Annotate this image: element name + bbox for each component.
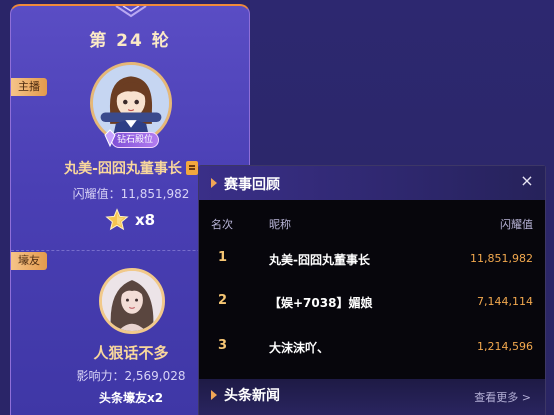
column-header-score: 闪耀值 [500, 218, 533, 231]
row-score: 7,144,114 [477, 295, 533, 308]
fan-tag: 壕友 [11, 252, 47, 270]
row-nickname: 【娱+7038】媚娘 [269, 296, 373, 310]
match-review-panel: 赛事回顾 × 名次 昵称 闪耀值 1 丸美-囧囧丸董事长 11,851,982 … [198, 165, 546, 415]
chevron-down-icon [115, 6, 147, 18]
close-button[interactable]: × [517, 171, 537, 191]
host-stars: x8 [105, 208, 155, 232]
host-name[interactable]: 丸美-囧囧丸董事长 [64, 161, 182, 177]
host-badge-label: 钻石殿位 [116, 135, 153, 145]
host-tag: 主播 [11, 78, 47, 96]
panel-header: 赛事回顾 × [199, 166, 545, 200]
host-star-count: x8 [135, 211, 156, 229]
row-score: 1,214,596 [477, 340, 533, 353]
diamond-icon [104, 129, 116, 147]
table-row[interactable]: 2 【娱+7038】媚娘 7,144,114 [199, 293, 545, 313]
row-nickname: 大沫沫吖、 [269, 341, 330, 355]
host-flag-icon [185, 161, 198, 175]
news-title: 头条新闻 [224, 388, 280, 404]
star-icon [105, 208, 129, 231]
host-level-badge: 钻石殿位 [104, 129, 159, 148]
column-header-rank: 名次 [211, 218, 233, 231]
fan-avatar[interactable] [99, 268, 165, 334]
triangle-bullet-icon [211, 390, 217, 400]
row-nickname: 丸美-囧囧丸董事长 [269, 253, 370, 267]
row-rank: 1 [218, 250, 228, 265]
row-score: 11,851,982 [470, 252, 533, 265]
view-more-link[interactable]: 查看更多 > [474, 389, 531, 405]
table-row[interactable]: 1 丸美-囧囧丸董事长 11,851,982 [199, 250, 545, 270]
panel-title: 赛事回顾 [224, 177, 280, 193]
table-row[interactable]: 3 大沫沫吖、 1,214,596 [199, 338, 545, 358]
row-rank: 3 [218, 338, 228, 353]
row-rank: 2 [218, 293, 228, 308]
triangle-bullet-icon [211, 178, 217, 188]
round-title: 第 24 轮 [89, 31, 171, 51]
news-section-header: 头条新闻 查看更多 > [199, 379, 545, 415]
column-header-nickname: 昵称 [269, 218, 291, 231]
